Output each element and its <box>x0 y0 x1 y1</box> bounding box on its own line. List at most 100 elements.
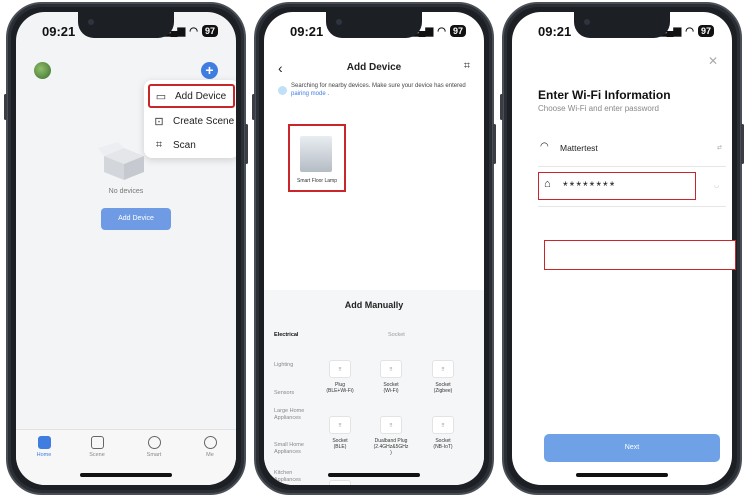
smart-icon <box>147 436 161 449</box>
category-small-home-appliances[interactable]: Small Home Appliances <box>274 442 314 456</box>
password-field[interactable]: ⌂ ******** <box>538 172 696 200</box>
floor-lamp-image <box>300 136 332 172</box>
notch <box>326 12 422 38</box>
wifi-ssid: Mattertest <box>560 143 598 153</box>
device-sub: (BLE+Wi-Fi) <box>326 388 354 394</box>
tab-home[interactable]: Home <box>26 436 62 458</box>
phone-side-button <box>4 94 7 120</box>
status-time: 09:21 <box>538 24 572 39</box>
wifi-icon: ◠ <box>540 141 549 152</box>
add-icon[interactable]: + <box>201 62 218 79</box>
tab-smart[interactable]: Smart <box>136 436 172 458</box>
add-menu: ▭ Add Device ⊡ Create Scene ⌗ Scan <box>144 80 236 158</box>
phone-home: 09:21 ▂▄▆ ◠ 97 + ▭ Add Device ⊡ Create S… <box>4 2 248 495</box>
socket-icon: ⠿ <box>432 360 454 378</box>
scan-icon[interactable]: ⌗ <box>464 60 470 73</box>
tab-label: Scene <box>89 452 105 458</box>
phone-side-button <box>500 94 503 120</box>
home-indicator <box>328 473 420 477</box>
device-sub: ) <box>390 450 392 456</box>
searching-suffix: . <box>327 91 330 97</box>
phone-side-button <box>245 124 248 164</box>
no-devices-text: No devices <box>108 188 144 195</box>
empty-box-illustration <box>98 142 144 180</box>
battery-indicator: 97 <box>449 25 466 37</box>
tab-label: Smart <box>146 452 162 458</box>
next-button[interactable]: Next <box>544 434 720 462</box>
profile-icon <box>203 436 217 449</box>
socket-section-title: Socket <box>388 332 405 338</box>
scan-icon: ⌗ <box>155 138 163 151</box>
searching-message: Searching for nearby devices. Make sure … <box>278 82 474 98</box>
socket-icon: ⠿ <box>432 416 454 434</box>
device-sub: (Zigbee) <box>433 388 453 394</box>
tab-label: Home <box>36 452 52 458</box>
device-sub: (NB-IoT) <box>433 444 453 450</box>
menu-item-scan[interactable]: ⌗ Scan <box>144 133 236 157</box>
page-title: Add Device <box>346 62 402 73</box>
device-sub: (Wi-Fi) <box>383 388 399 394</box>
phone-side-button <box>252 94 255 120</box>
socket-icon: ⠿ <box>380 360 402 378</box>
category-electrical[interactable]: Electrical <box>274 332 298 339</box>
device-dualband-plug[interactable]: ⠿ Dualband Plug (2.4GHz&5GHz ) <box>370 416 412 456</box>
category-kitchen-appliances[interactable]: Kitchen Appliances <box>274 470 310 484</box>
notch <box>78 12 174 38</box>
status-time: 09:21 <box>42 24 76 39</box>
tab-me[interactable]: Me <box>192 436 228 458</box>
create-scene-icon: ⊡ <box>154 115 164 128</box>
scene-icon <box>90 436 104 449</box>
eye-icon[interactable]: ◡ <box>714 182 719 189</box>
lock-icon: ⌂ <box>544 178 551 190</box>
searching-indicator-icon <box>278 86 287 95</box>
category-lighting[interactable]: Lighting <box>274 362 293 369</box>
socket-icon: ⠿ <box>329 416 351 434</box>
menu-item-add-device[interactable]: ▭ Add Device <box>148 84 235 108</box>
close-icon[interactable]: ✕ <box>708 54 718 68</box>
camera <box>88 19 94 25</box>
device-sub: (BLE) <box>333 444 347 450</box>
home-indicator <box>576 473 668 477</box>
menu-item-create-scene[interactable]: ⊡ Create Scene <box>144 109 236 133</box>
searching-text: Searching for nearby devices. Make sure … <box>291 83 466 89</box>
device-socket-ble[interactable]: ⠿ Socket (BLE) <box>319 416 361 450</box>
password-value: ******** <box>563 179 617 193</box>
add-device-button[interactable]: Add Device <box>101 208 171 230</box>
camera <box>336 19 342 25</box>
category-sensors[interactable]: Sensors <box>274 390 294 397</box>
home-indicator <box>80 473 172 477</box>
add-manually-title: Add Manually <box>344 300 404 310</box>
device-more[interactable]: ⠿ <box>319 480 361 485</box>
device-socket-wifi[interactable]: ⠿ Socket (Wi-Fi) <box>370 360 412 394</box>
status-time: 09:21 <box>290 24 324 39</box>
device-plug-ble-wifi[interactable]: ⠿ Plug (BLE+Wi-Fi) <box>319 360 361 394</box>
tab-label: Me <box>206 452 214 458</box>
menu-item-label: Add Device <box>175 90 227 102</box>
divider <box>538 206 726 207</box>
add-manually-section: Add Manually Electrical Lighting Sensors… <box>264 290 484 485</box>
battery-indicator: 97 <box>697 25 714 37</box>
category-large-home-appliances[interactable]: Large Home Appliances <box>274 408 306 422</box>
wifi-ssid-row[interactable]: ◠ Mattertest ⇄ <box>538 136 726 164</box>
pairing-mode-link[interactable]: pairing mode <box>291 91 326 97</box>
menu-item-label: Scan <box>173 139 196 151</box>
found-device-card[interactable]: Smart Floor Lamp <box>288 124 346 192</box>
switch-network-icon[interactable]: ⇄ <box>717 144 722 151</box>
home-avatar[interactable] <box>34 62 51 79</box>
wifi-icon: ◠ <box>437 25 446 37</box>
found-device-name: Smart Floor Lamp <box>296 178 337 184</box>
wifi-icon: ◠ <box>685 25 694 37</box>
plug-icon: ⠿ <box>380 416 402 434</box>
tab-scene[interactable]: Scene <box>79 436 115 458</box>
device-socket-zigbee[interactable]: ⠿ Socket (Zigbee) <box>422 360 464 394</box>
battery-indicator: 97 <box>201 25 218 37</box>
socket-icon: ⠿ <box>329 480 351 485</box>
menu-item-label: Create Scene <box>173 115 235 127</box>
annotation-highlight-box <box>544 240 736 270</box>
phone-side-button <box>741 124 744 164</box>
phone-side-button <box>493 124 496 164</box>
add-device-screen: 09:21 ▂▄▆ ◠ 97 ‹ Add Device ⌗ Searching … <box>264 12 484 485</box>
device-socket-nbiot[interactable]: ⠿ Socket (NB-IoT) <box>422 416 464 450</box>
home-screen: 09:21 ▂▄▆ ◠ 97 + ▭ Add Device ⊡ Create S… <box>16 12 236 485</box>
wifi-icon: ◠ <box>189 25 198 37</box>
